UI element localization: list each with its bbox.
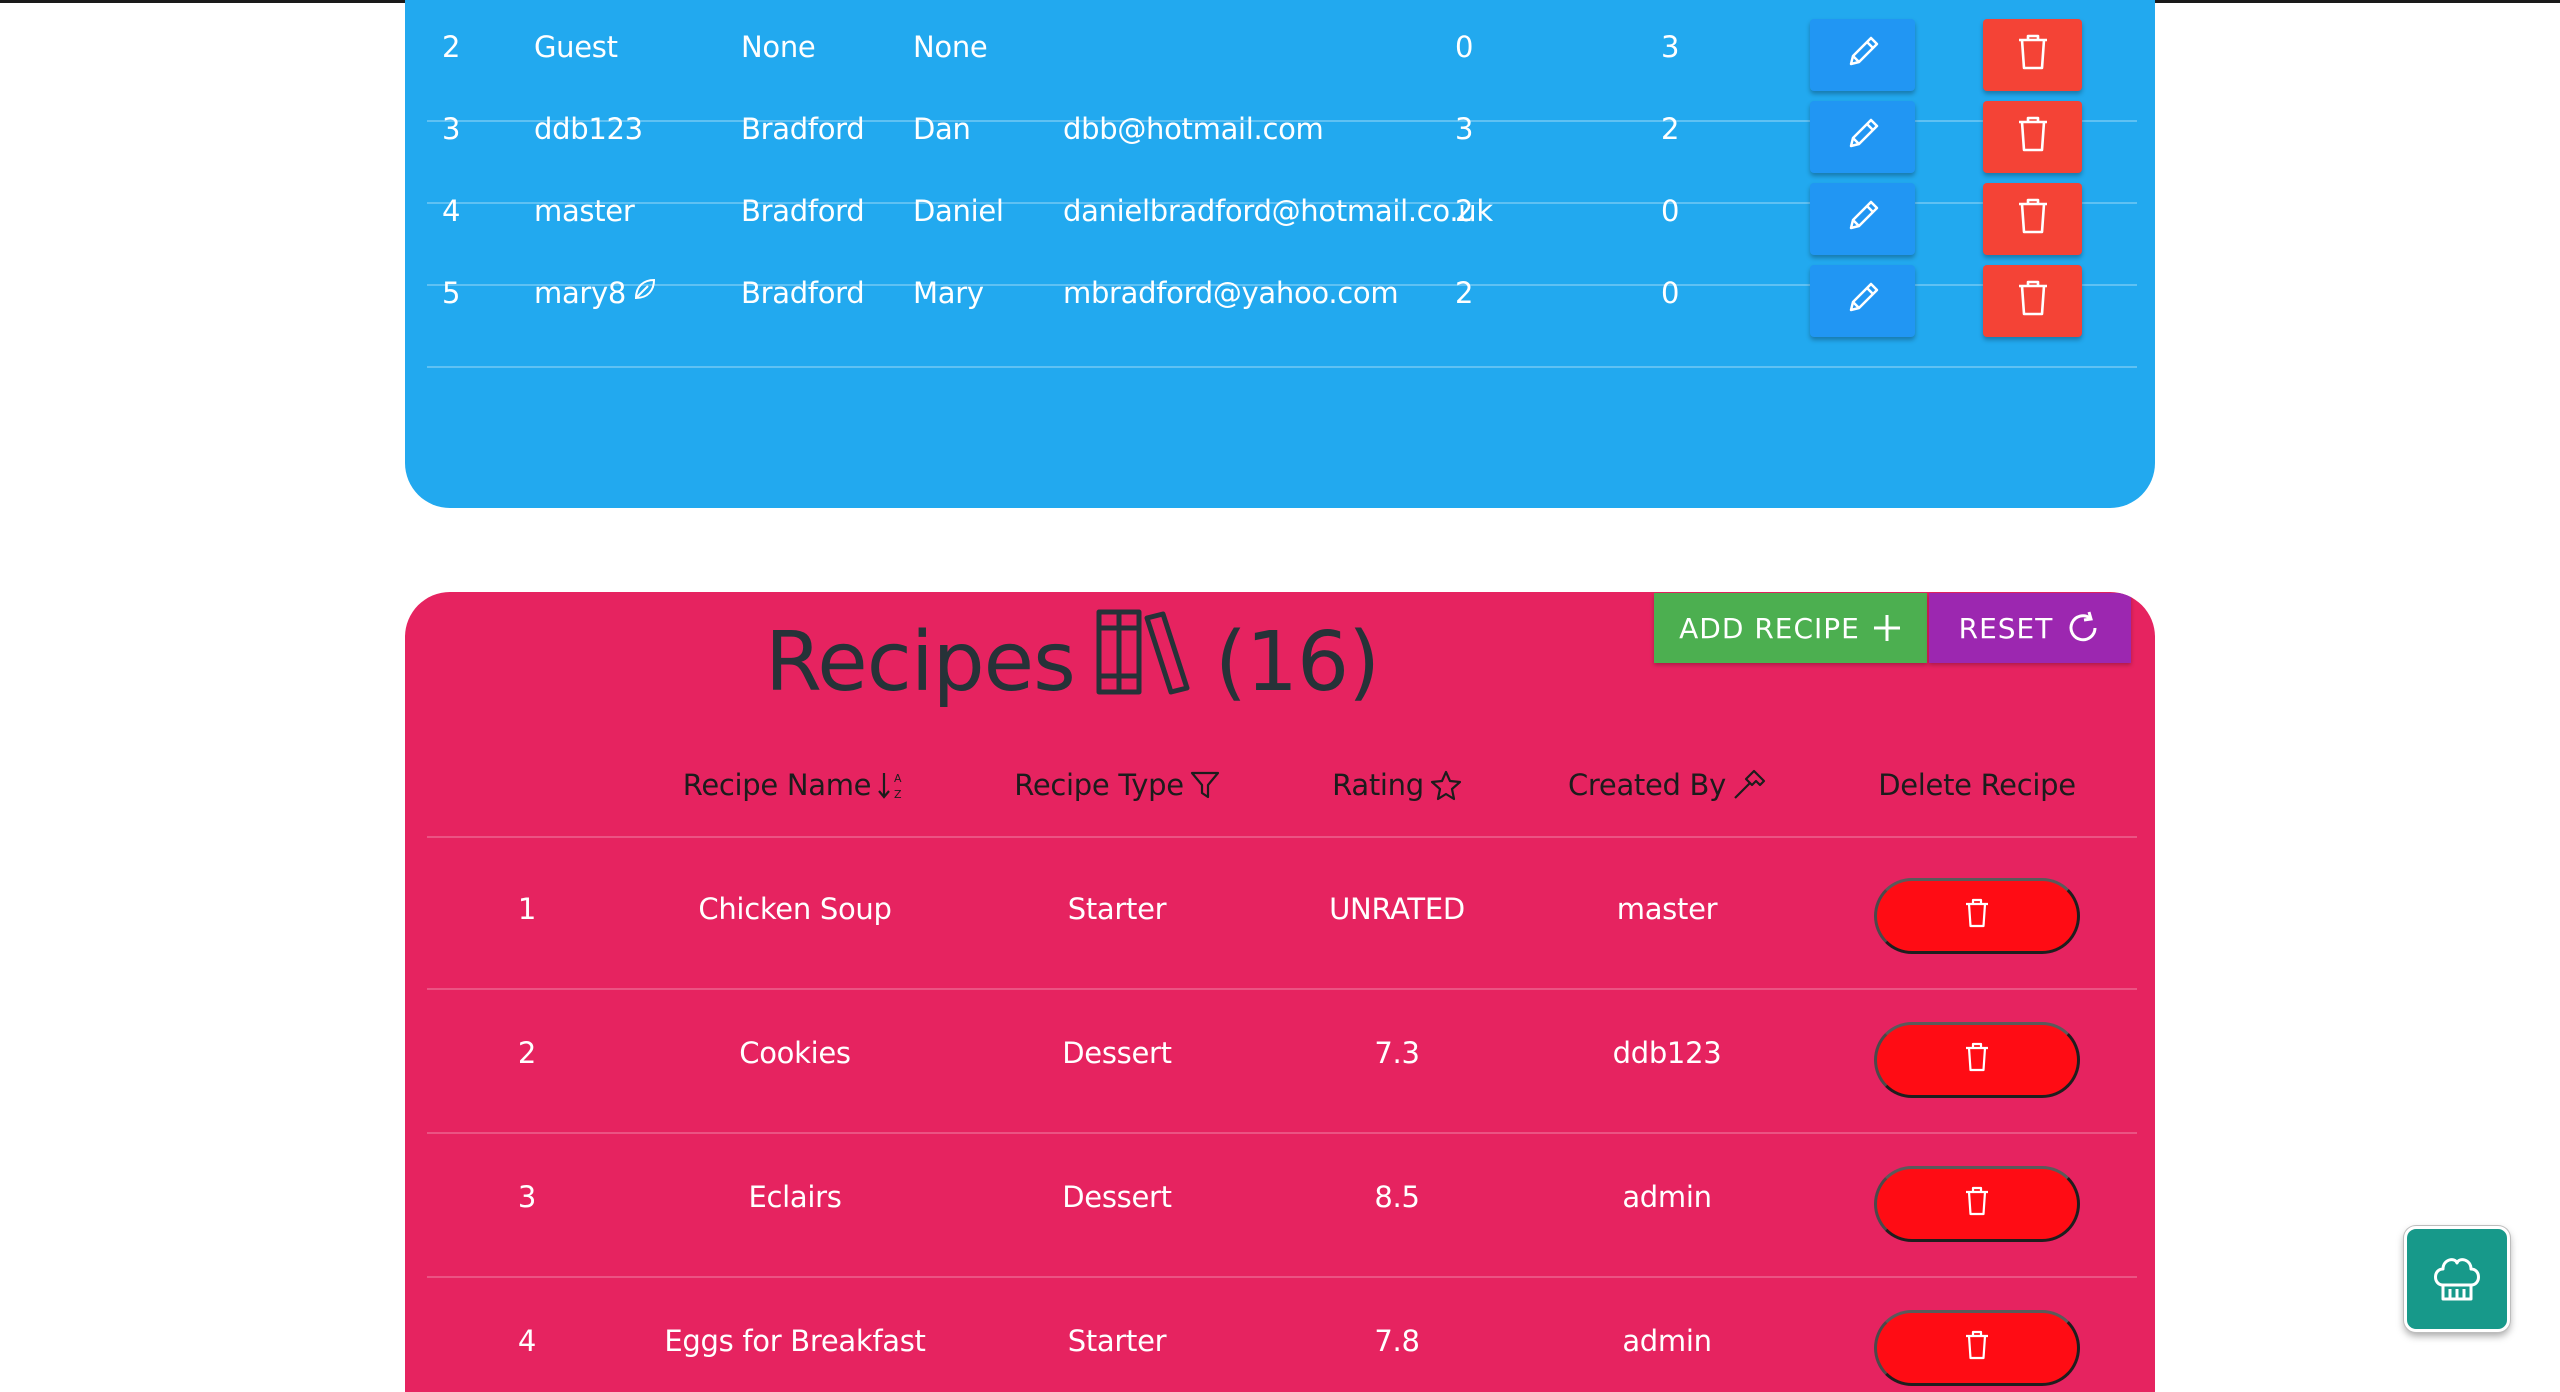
header-recipe-name[interactable]: Recipe Name AZ <box>617 732 973 838</box>
add-recipe-label: ADD RECIPE <box>1679 611 1860 645</box>
trash-icon <box>2015 278 2051 325</box>
recipes-title-text: Recipes <box>765 614 1076 710</box>
recipe-name[interactable]: Chicken Soup <box>617 846 973 972</box>
delete-recipe-button[interactable] <box>1874 1310 2080 1386</box>
header-created-by-label: Created By <box>1567 768 1727 802</box>
recipe-type: Dessert <box>1062 1180 1172 1214</box>
recipe-created-by: ddb123 <box>1612 1036 1722 1070</box>
recipe-number: 1 <box>517 892 537 926</box>
svg-text:Z: Z <box>894 788 902 801</box>
delete-recipe-button[interactable] <box>1874 1022 2080 1098</box>
users-table-panel: 2 Guest None None 0 3 3 ddb123 Bradford Dan dbb@ho… <box>405 0 2155 508</box>
filter-icon <box>1190 771 1219 799</box>
recipe-type: Dessert <box>1062 1036 1172 1070</box>
add-recipe-button[interactable]: ADD RECIPE <box>1654 593 1927 663</box>
recipe-created-by: master <box>1616 892 1718 926</box>
recipe-rating: 7.8 <box>1374 1324 1420 1358</box>
chef-hat-button[interactable] <box>2404 1226 2510 1332</box>
user-last-name: Bradford <box>741 276 865 310</box>
header-recipe-name-label: Recipe Name <box>682 768 872 802</box>
recipes-count: (16) <box>1214 614 1380 710</box>
reset-button[interactable]: RESET <box>1929 593 2131 663</box>
chef-hat-icon <box>2434 1258 2480 1301</box>
recipes-title: Recipes (16) <box>765 602 1380 722</box>
user-username-text: ddb123 <box>534 112 643 146</box>
recipe-number: 3 <box>517 1180 537 1214</box>
delete-recipe-button[interactable] <box>1874 878 2080 954</box>
user-id: 5 <box>442 276 461 310</box>
leaf-icon <box>632 233 658 351</box>
user-count-1: 2 <box>1455 276 1474 310</box>
reset-label: RESET <box>1958 611 2054 645</box>
row-divider <box>427 366 2137 368</box>
refresh-icon <box>2069 611 2097 642</box>
recipe-row: 2 Cookies Dessert 7.3 ddb123 <box>427 990 2137 1134</box>
recipe-row: 4 Eggs for Breakfast Starter 7.8 admin <box>427 1278 2137 1392</box>
user-username-text: master <box>534 194 635 228</box>
user-row: 5 mary8 Bradford Mary mbradford@yahoo.com 2 0 <box>427 234 2137 368</box>
trash-icon <box>1962 1041 1992 1080</box>
trash-icon <box>1962 1329 1992 1368</box>
pencil-icon <box>1843 278 1883 325</box>
header-created-by[interactable]: Created By <box>1537 732 1797 838</box>
hammer-icon <box>1734 769 1766 799</box>
recipe-number: 2 <box>517 1036 537 1070</box>
trash-icon <box>1962 1185 1992 1224</box>
recipes-table-panel: Recipes (16) ADD RECIPE RESET Recipe Nam… <box>405 592 2155 1392</box>
books-icon <box>1095 608 1191 716</box>
user-username: mary8 <box>534 234 658 352</box>
header-rating[interactable]: Rating <box>1267 732 1527 838</box>
star-icon <box>1430 770 1461 801</box>
header-recipe-type[interactable]: Recipe Type <box>987 732 1247 838</box>
recipe-rating: UNRATED <box>1329 892 1465 926</box>
recipe-rating: 8.5 <box>1374 1180 1420 1214</box>
recipe-row: 1 Chicken Soup Starter UNRATED master <box>427 846 2137 990</box>
recipe-number: 4 <box>517 1324 537 1358</box>
recipe-created-by: admin <box>1622 1324 1712 1358</box>
recipes-table-header: Recipe Name AZ Recipe Type Rating Create… <box>427 732 2137 838</box>
recipe-name[interactable]: Eclairs <box>617 1134 973 1260</box>
svg-text:A: A <box>894 772 902 785</box>
user-first-name: Mary <box>913 276 984 310</box>
header-delete-recipe: Delete Recipe <box>1847 732 2107 838</box>
recipe-row: 3 Eclairs Dessert 8.5 admin <box>427 1134 2137 1278</box>
recipe-name[interactable]: Cookies <box>617 990 973 1116</box>
recipe-type: Starter <box>1067 1324 1167 1358</box>
user-username-text: Guest <box>534 30 618 64</box>
trash-icon <box>1962 897 1992 936</box>
edit-user-button[interactable] <box>1810 265 1915 337</box>
sort-alpha-icon: AZ <box>878 772 903 801</box>
header-delete-recipe-label: Delete Recipe <box>1878 768 2076 802</box>
user-count-2: 0 <box>1661 276 1680 310</box>
recipe-rating: 7.3 <box>1374 1036 1420 1070</box>
recipe-type: Starter <box>1067 892 1167 926</box>
user-email: mbradford@yahoo.com <box>1063 276 1399 310</box>
delete-user-button[interactable] <box>1983 265 2082 337</box>
header-rating-label: Rating <box>1332 768 1424 802</box>
recipe-name[interactable]: Eggs for Breakfast <box>617 1278 973 1392</box>
delete-recipe-button[interactable] <box>1874 1166 2080 1242</box>
plus-icon <box>1873 615 1900 641</box>
header-recipe-type-label: Recipe Type <box>1014 768 1184 802</box>
header-divider <box>427 836 2137 838</box>
user-username-text: mary8 <box>534 276 627 310</box>
recipe-created-by: admin <box>1622 1180 1712 1214</box>
